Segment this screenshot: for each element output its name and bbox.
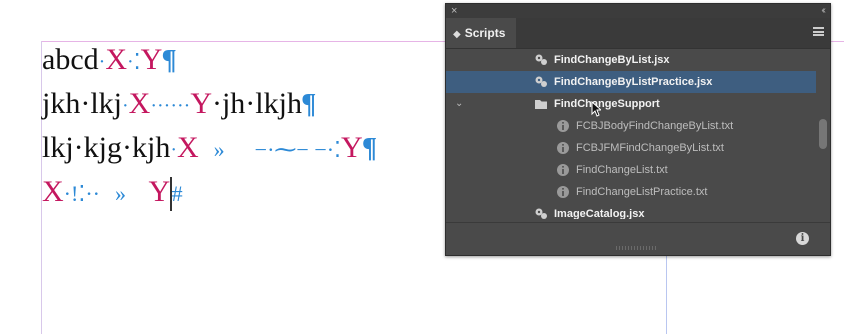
- panel-tabbar: ◆ Scripts: [446, 18, 830, 49]
- script-file-icon: [535, 208, 547, 219]
- info-file-icon: [557, 142, 569, 154]
- space-marker: ·: [122, 95, 129, 118]
- text-line-3[interactable]: lkj·kjg·kjh·X » −·⁓− −·⁚Y¶: [42, 126, 442, 170]
- close-icon[interactable]: ×: [451, 4, 457, 18]
- list-item[interactable]: FCBJBodyFindChangeByList.txt: [446, 115, 816, 137]
- text-line-2[interactable]: jkh·lkj·X······Y·jh·lkjh¶: [42, 82, 442, 126]
- text-run: ·jh·lkjh: [211, 87, 302, 120]
- list-item[interactable]: FCBJFMFindChangeByList.txt: [446, 137, 816, 159]
- pilcrow-icon: ¶: [362, 133, 377, 164]
- text-run: abcd: [42, 43, 99, 76]
- x-char: X: [42, 175, 64, 208]
- list-item-label: FindChangeByList.jsx: [554, 54, 670, 66]
- info-file-icon: [557, 120, 569, 132]
- text-frame[interactable]: abcd·X·⁚Y¶ jkh·lkj·X······Y·jh·lkjh¶ lkj…: [42, 38, 442, 214]
- y-char: Y: [190, 87, 212, 120]
- panel-titlebar[interactable]: × ‹‹: [446, 4, 830, 18]
- list-item-label: FindChangeByListPractice.jsx: [554, 76, 713, 88]
- panel-footer: i: [446, 222, 830, 255]
- list-item-label: FCBJBodyFindChangeByList.txt: [576, 120, 734, 132]
- end-of-story-marker: #: [171, 181, 183, 206]
- list-item-selected[interactable]: FindChangeByListPractice.jsx: [446, 71, 816, 93]
- script-list[interactable]: FindChangeByList.jsx FindChangeByListPra…: [446, 49, 816, 219]
- y-char: Y: [341, 131, 363, 164]
- y-char: Y: [140, 43, 163, 76]
- scrollbar-thumb[interactable]: [819, 119, 827, 149]
- collapse-icon[interactable]: ‹‹: [821, 4, 825, 18]
- hidden-char-marker: ·!⁚··: [63, 181, 100, 206]
- guillemet-marker: »: [213, 137, 225, 162]
- space-marker: ·: [126, 51, 134, 74]
- list-item-label: FindChangeList.txt: [576, 164, 668, 176]
- script-file-icon: [535, 76, 547, 87]
- list-item[interactable]: ImageCatalog.jsx: [446, 203, 816, 219]
- folder-icon: [535, 100, 547, 109]
- scripts-panel[interactable]: × ‹‹ ◆ Scripts FindChangeByList.jsx FindC…: [445, 3, 831, 256]
- text-line-1[interactable]: abcd·X·⁚Y¶: [42, 38, 442, 82]
- info-file-icon: [557, 164, 569, 176]
- x-char: X: [177, 131, 199, 164]
- panel-menu-icon[interactable]: [813, 27, 824, 36]
- pilcrow-icon: ¶: [162, 45, 177, 76]
- hidden-char-marker: ⁚: [133, 49, 141, 74]
- list-item-label: FindChangeSupport: [554, 98, 660, 110]
- hidden-char-marker: −·⁓− −·⁚: [254, 137, 342, 162]
- list-item[interactable]: FindChangeListPractice.txt: [446, 181, 816, 203]
- pilcrow-icon: ¶: [301, 89, 316, 120]
- folder-item[interactable]: ⌄ FindChangeSupport: [446, 93, 816, 115]
- x-char: X: [105, 43, 127, 76]
- mouse-pointer-icon: [591, 101, 601, 117]
- space-marker: ······: [150, 95, 191, 118]
- text-run: jkh·lkj: [42, 87, 122, 120]
- x-char: X: [128, 87, 151, 120]
- column-guide-right: [666, 255, 667, 334]
- list-item[interactable]: FindChangeList.txt: [446, 159, 816, 181]
- reorder-icon: ◆: [453, 29, 461, 40]
- info-file-icon: [557, 186, 569, 198]
- guillemet-marker: »: [114, 181, 126, 206]
- chevron-down-icon[interactable]: ⌄: [455, 93, 463, 115]
- list-item[interactable]: FindChangeByList.jsx: [446, 49, 816, 71]
- tab-label: Scripts: [464, 26, 506, 40]
- text-run: lkj·kjg·kjh: [42, 131, 171, 164]
- y-char: Y: [148, 175, 171, 208]
- list-item-label: FCBJFMFindChangeByList.txt: [576, 142, 724, 154]
- scrollbar[interactable]: [819, 49, 827, 219]
- text-line-4[interactable]: X·!⁚·· » Y#: [42, 170, 442, 214]
- space-marker: ·: [170, 139, 177, 162]
- list-item-label: ImageCatalog.jsx: [554, 208, 645, 219]
- info-icon[interactable]: i: [796, 232, 809, 245]
- list-item-label: FindChangeListPractice.txt: [576, 186, 708, 198]
- tab-scripts[interactable]: ◆ Scripts: [446, 18, 516, 48]
- script-file-icon: [535, 54, 547, 65]
